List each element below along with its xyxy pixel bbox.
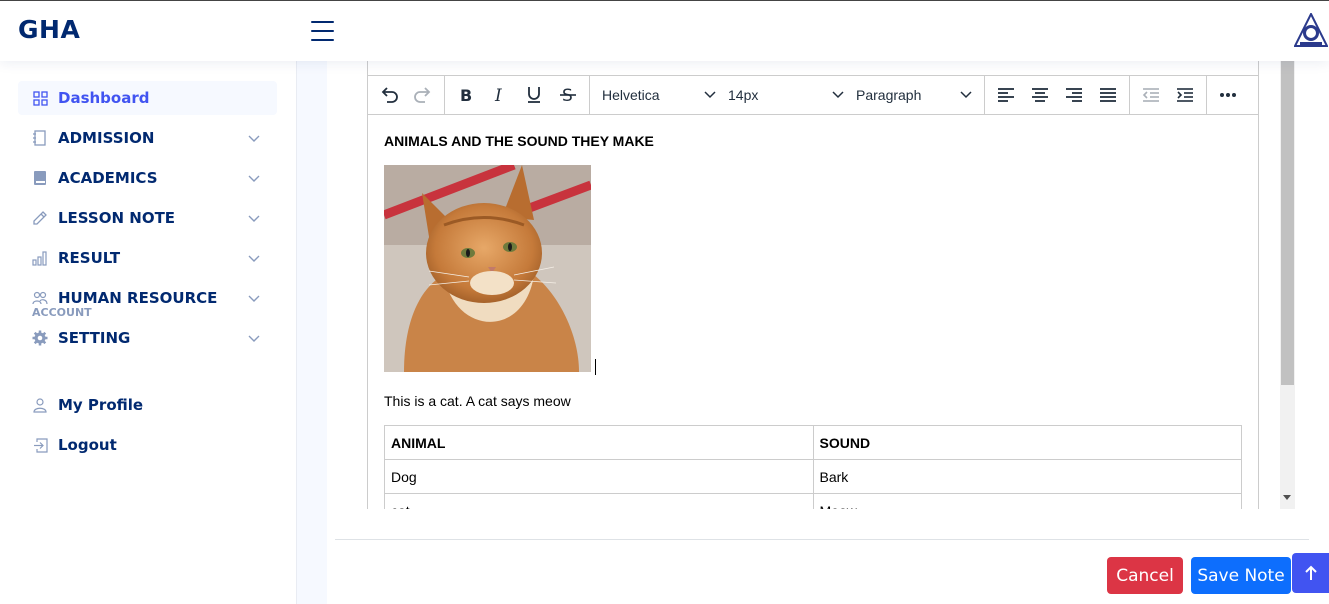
grid-icon: [32, 90, 48, 106]
sidebar-item-label: My Profile: [58, 396, 144, 414]
font-size-select[interactable]: 14px: [722, 80, 850, 110]
bold-icon[interactable]: B: [449, 80, 483, 110]
bar-chart-icon: [32, 250, 48, 266]
more-options-icon[interactable]: [1211, 80, 1245, 110]
chevron-down-icon: [832, 91, 844, 99]
underline-icon[interactable]: [517, 80, 551, 110]
sidebar-item-setting[interactable]: SETTING: [18, 321, 277, 355]
chevron-down-icon: [704, 91, 716, 99]
cancel-button[interactable]: Cancel: [1107, 557, 1183, 594]
sidebar-item-label: SETTING: [58, 329, 131, 347]
arrow-up-icon: [1304, 565, 1317, 580]
format-group: B I S: [445, 75, 590, 115]
align-group: [985, 75, 1130, 115]
person-icon: [32, 397, 48, 413]
rich-text-editor[interactable]: B I S Helvetica 14px Paragraph ANIMALS A…: [367, 61, 1259, 509]
block-format-value: Paragraph: [856, 87, 922, 103]
text-cursor: [595, 359, 596, 375]
font-family-value: Helvetica: [602, 87, 660, 103]
chevron-down-icon: [248, 175, 260, 182]
outdent-icon[interactable]: [1134, 80, 1168, 110]
save-note-button[interactable]: Save Note: [1191, 557, 1291, 594]
cat-image[interactable]: [384, 165, 591, 372]
chevron-down-icon: [248, 135, 260, 142]
align-right-icon[interactable]: [1057, 80, 1091, 110]
table-cell[interactable]: cat: [384, 493, 814, 509]
sidebar-item-academics[interactable]: ACADEMICS: [18, 161, 277, 195]
editor-toolbar: B I S Helvetica 14px Paragraph: [368, 75, 1258, 115]
justify-icon[interactable]: [1091, 80, 1125, 110]
table-cell[interactable]: Meow: [812, 493, 1242, 509]
pencil-icon: [32, 210, 48, 226]
block-format-select[interactable]: Paragraph: [850, 80, 978, 110]
sidebar-item-label: Dashboard: [58, 89, 150, 107]
scroll-down-arrow-icon[interactable]: [1283, 495, 1291, 500]
table-row: Dog Bark: [384, 459, 1242, 494]
journal-icon: [32, 130, 48, 146]
school-crest-logo: [1294, 13, 1328, 47]
document-heading: ANIMALS AND THE SOUND THEY MAKE: [384, 133, 654, 149]
app-logo[interactable]: GHA: [18, 15, 80, 44]
table-cell[interactable]: Bark: [812, 459, 1242, 494]
sidebar-item-label: ACADEMICS: [58, 169, 158, 187]
svg-text:B: B: [460, 87, 472, 103]
select-group: Helvetica 14px Paragraph: [590, 75, 985, 115]
sidebar-item-my-profile[interactable]: My Profile: [18, 388, 277, 422]
sidebar-item-result[interactable]: RESULT: [18, 241, 277, 275]
align-center-icon[interactable]: [1023, 80, 1057, 110]
top-header: GHA: [0, 0, 1329, 61]
document-paragraph: This is a cat. A cat says meow: [384, 393, 571, 409]
chevron-down-icon: [248, 295, 260, 302]
font-family-select[interactable]: Helvetica: [596, 80, 722, 110]
indent-icon[interactable]: [1168, 80, 1202, 110]
italic-icon[interactable]: I: [483, 80, 517, 110]
redo-icon[interactable]: [406, 80, 440, 110]
table-header-row: ANIMAL SOUND: [384, 425, 1242, 460]
undo-icon[interactable]: [372, 80, 406, 110]
sidebar-item-label: LESSON NOTE: [58, 209, 176, 227]
book-icon: [32, 170, 48, 186]
sidebar-item-logout[interactable]: Logout: [18, 428, 277, 462]
indent-group: [1130, 75, 1207, 115]
sidebar-item-lesson-note[interactable]: LESSON NOTE: [18, 201, 277, 235]
sidebar-item-dashboard[interactable]: Dashboard: [18, 81, 277, 115]
menu-toggle-icon[interactable]: [311, 21, 334, 41]
account-section-heading: ACCOUNT: [32, 306, 92, 319]
sidebar-item-admission[interactable]: ADMISSION: [18, 121, 277, 155]
sidebar-item-label: Logout: [58, 436, 117, 454]
chevron-down-icon: [248, 335, 260, 342]
more-group: [1207, 75, 1249, 115]
logout-icon: [32, 437, 48, 453]
people-icon: [32, 290, 48, 306]
chevron-down-icon: [248, 215, 260, 222]
back-to-top-button[interactable]: [1292, 553, 1329, 593]
table-row: cat Meow: [384, 493, 1242, 509]
svg-text:I: I: [494, 87, 502, 103]
sidebar-item-label: RESULT: [58, 249, 121, 267]
font-size-value: 14px: [728, 87, 759, 103]
editor-scrollbar-thumb[interactable]: [1281, 61, 1294, 385]
chevron-down-icon: [960, 91, 972, 99]
animals-table[interactable]: ANIMAL SOUND Dog Bark cat Meow: [384, 425, 1242, 509]
footer-divider: [335, 539, 1309, 540]
table-cell[interactable]: Dog: [384, 459, 814, 494]
sidebar-item-label: HUMAN RESOURCE: [58, 289, 218, 307]
column-header: ANIMAL: [384, 425, 814, 460]
sidebar-item-label: ADMISSION: [58, 129, 155, 147]
gear-icon: [32, 330, 48, 346]
history-group: [368, 75, 445, 115]
align-left-icon[interactable]: [989, 80, 1023, 110]
chevron-down-icon: [248, 255, 260, 262]
strikethrough-icon[interactable]: S: [551, 80, 585, 110]
column-header: SOUND: [812, 425, 1242, 460]
